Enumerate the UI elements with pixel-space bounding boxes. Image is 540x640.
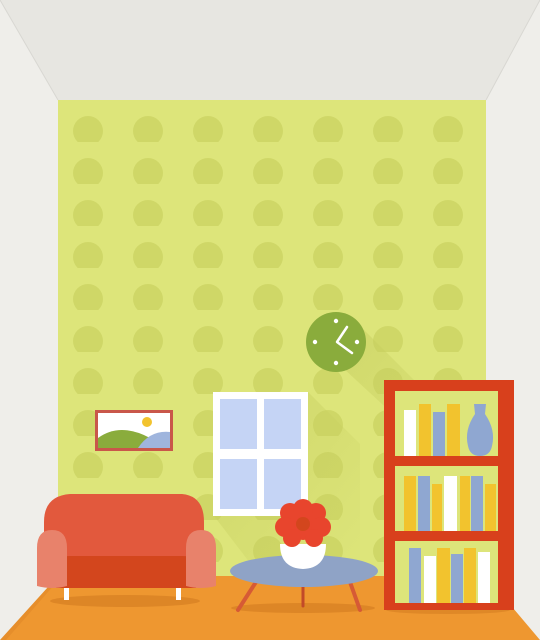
bookshelf [384, 380, 514, 614]
book [419, 404, 431, 456]
framed-landscape-icon [95, 410, 173, 451]
flower-pot-icon [275, 499, 331, 569]
book [409, 548, 421, 603]
book [471, 476, 483, 531]
book [432, 484, 442, 531]
book [404, 410, 416, 456]
book [451, 554, 463, 603]
book [447, 404, 460, 456]
ceiling [0, 0, 540, 100]
book [460, 476, 470, 531]
book [437, 548, 450, 603]
book [424, 556, 436, 603]
book [478, 552, 490, 603]
book [464, 548, 476, 603]
living-room-scene [0, 0, 540, 640]
window [213, 392, 308, 516]
book [444, 476, 457, 531]
book [404, 476, 416, 531]
book [418, 476, 430, 531]
book [485, 484, 496, 531]
book [433, 412, 445, 456]
wall-clock-icon [306, 312, 366, 372]
